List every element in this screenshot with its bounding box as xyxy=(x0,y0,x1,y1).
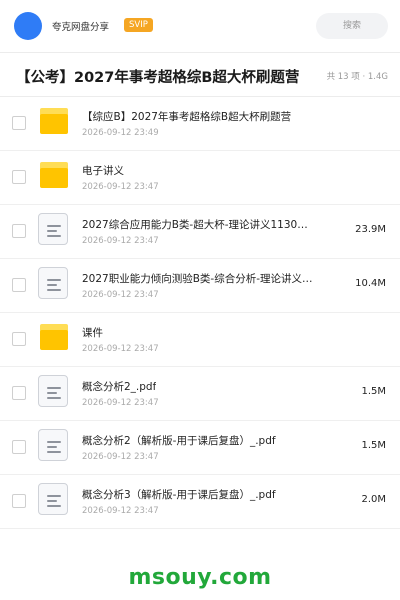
row-checkbox[interactable] xyxy=(12,494,26,508)
row-checkbox[interactable] xyxy=(12,332,26,346)
file-name[interactable]: 【综应B】2027年事考超格综B超大杯刷题营 xyxy=(82,109,291,124)
file-name[interactable]: 概念分析3（解析版-用于课后复盘）_.pdf xyxy=(82,487,276,502)
file-size: 2.0M xyxy=(361,494,386,505)
avatar[interactable] xyxy=(14,12,42,40)
file-date: 2026-09-12 23:47 xyxy=(82,506,159,516)
file-name[interactable]: 概念分析2（解析版-用于课后复盘）_.pdf xyxy=(82,433,276,448)
file-name[interactable]: 2027综合应用能力B类-超大杯-理论讲义1130… xyxy=(82,217,308,232)
file-date: 2026-09-12 23:47 xyxy=(82,398,159,408)
file-date: 2026-09-12 23:47 xyxy=(82,236,159,246)
folder-icon xyxy=(40,162,68,188)
file-date: 2026-09-12 23:47 xyxy=(82,344,159,354)
file-row[interactable]: 课件 2026-09-12 23:47 xyxy=(0,312,400,367)
file-size: 10.4M xyxy=(355,278,386,289)
file-name[interactable]: 概念分析2_.pdf xyxy=(82,379,156,394)
row-checkbox[interactable] xyxy=(12,440,26,454)
file-name[interactable]: 电子讲义 xyxy=(82,163,124,178)
page-title: 【公考】2027年事考超格综B超大杯刷题营 xyxy=(16,70,300,86)
file-date: 2026-09-12 23:47 xyxy=(82,182,159,192)
file-row[interactable]: 2027综合应用能力B类-超大杯-理论讲义1130… 2026-09-12 23… xyxy=(0,204,400,259)
row-checkbox[interactable] xyxy=(12,278,26,292)
search-input[interactable]: 搜索 xyxy=(316,13,388,39)
file-date: 2026-09-12 23:47 xyxy=(82,452,159,462)
file-date: 2026-09-12 23:49 xyxy=(82,128,159,138)
file-size: 1.5M xyxy=(361,386,386,397)
file-row[interactable]: 概念分析3（解析版-用于课后复盘）_.pdf 2026-09-12 23:47 … xyxy=(0,474,400,529)
file-row[interactable]: 电子讲义 2026-09-12 23:47 xyxy=(0,150,400,205)
folder-icon xyxy=(40,108,68,134)
document-icon xyxy=(38,483,68,515)
row-checkbox[interactable] xyxy=(12,170,26,184)
row-checkbox[interactable] xyxy=(12,116,26,130)
svip-badge[interactable]: SVIP xyxy=(124,18,153,32)
document-icon xyxy=(38,429,68,461)
document-icon xyxy=(38,375,68,407)
document-icon xyxy=(38,213,68,245)
watermark-text: msouy.com xyxy=(128,565,272,590)
row-checkbox[interactable] xyxy=(12,386,26,400)
file-size: 1.5M xyxy=(361,440,386,451)
brand-name: 夸克网盘分享 xyxy=(52,22,110,33)
file-row[interactable]: 概念分析2（解析版-用于课后复盘）_.pdf 2026-09-12 23:47 … xyxy=(0,420,400,475)
folder-meta: 共 13 项 · 1.4G xyxy=(326,72,388,82)
file-name[interactable]: 课件 xyxy=(82,325,103,340)
file-row[interactable]: 概念分析2_.pdf 2026-09-12 23:47 1.5M xyxy=(0,366,400,421)
document-icon xyxy=(38,267,68,299)
top-bar: 夸克网盘分享 SVIP 搜索 xyxy=(0,0,400,52)
row-checkbox[interactable] xyxy=(12,224,26,238)
file-name[interactable]: 2027职业能力倾向测验B类-综合分析-理论讲义1… xyxy=(82,271,314,286)
folder-icon xyxy=(40,324,68,350)
file-row[interactable]: 【综应B】2027年事考超格综B超大杯刷题营 2026-09-12 23:49 xyxy=(0,96,400,151)
file-date: 2026-09-12 23:47 xyxy=(82,290,159,300)
file-size: 23.9M xyxy=(355,224,386,235)
header-divider xyxy=(0,52,400,53)
file-row[interactable]: 2027职业能力倾向测验B类-综合分析-理论讲义1… 2026-09-12 23… xyxy=(0,258,400,313)
